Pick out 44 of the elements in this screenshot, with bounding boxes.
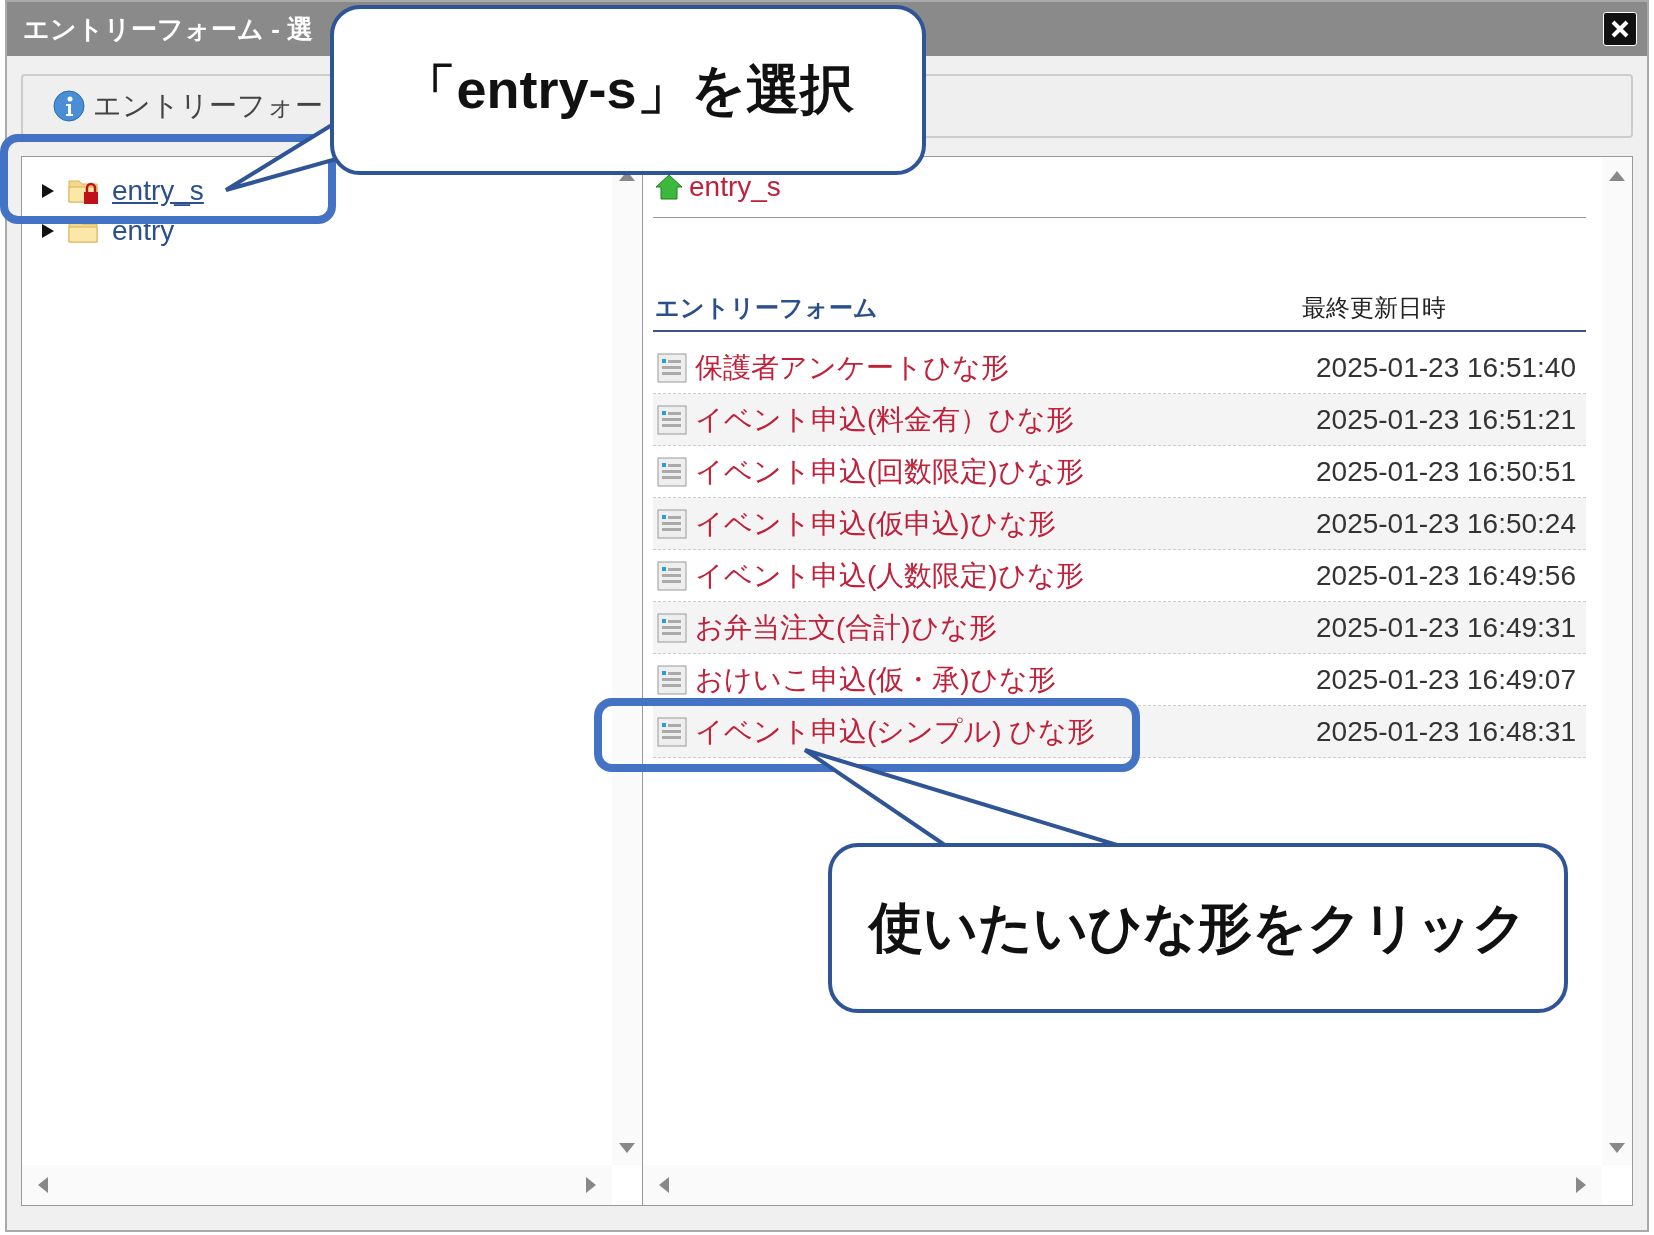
window-title: エントリーフォーム - 選 (23, 12, 314, 46)
updated-date: 2025-01-23 16:49:07 (1316, 663, 1576, 696)
scroll-up-icon[interactable] (1607, 169, 1627, 183)
callout-tooltip: 「entry-s」を選択 (330, 5, 926, 175)
updated-date: 2025-01-23 16:51:40 (1316, 351, 1576, 384)
tree-item[interactable]: entry_s (112, 175, 204, 207)
expand-arrow-icon[interactable] (40, 223, 56, 239)
tab[interactable]: エントリーフォー (47, 86, 329, 126)
form-link[interactable]: イベント申込(回数限定)ひな形 (695, 452, 1308, 491)
form-link[interactable]: 保護者アンケートひな形 (695, 348, 1308, 387)
updated-date: 2025-01-23 16:48:31 (1316, 715, 1576, 748)
form-icon (657, 456, 687, 487)
form-link[interactable]: イベント申込(料金有）ひな形 (695, 400, 1308, 439)
column-header: 最終更新日時 (1302, 293, 1446, 323)
form-link[interactable]: お弁当注文(合計)ひな形 (695, 608, 1308, 647)
close-icon (1610, 19, 1630, 39)
form-icon (657, 352, 687, 383)
expand-arrow-icon[interactable] (40, 183, 56, 199)
info-icon (53, 90, 85, 122)
form-icon (657, 560, 687, 591)
updated-date: 2025-01-23 16:51:21 (1316, 403, 1576, 436)
column-header: エントリーフォーム (655, 293, 878, 323)
scroll-right-icon[interactable] (1574, 1175, 1588, 1195)
form-link[interactable]: おけいこ申込(仮・承)ひな形 (695, 660, 1308, 699)
form-link[interactable]: イベント申込(仮申込)ひな形 (695, 504, 1308, 543)
updated-date: 2025-01-23 16:49:31 (1316, 611, 1576, 644)
form-link[interactable]: イベント申込(人数限定)ひな形 (695, 556, 1308, 595)
updated-date: 2025-01-23 16:50:24 (1316, 507, 1576, 540)
form-icon (657, 612, 687, 643)
form-icon (657, 404, 687, 435)
scroll-left-icon[interactable] (657, 1175, 671, 1195)
form-icon (657, 664, 687, 695)
form-icon (657, 716, 687, 747)
close-button[interactable] (1603, 12, 1637, 46)
tree-item[interactable]: entry (112, 215, 175, 247)
form-icon (657, 508, 687, 539)
scroll-right-icon[interactable] (584, 1175, 598, 1195)
scroll-down-icon[interactable] (617, 1141, 637, 1155)
scroll-down-icon[interactable] (1607, 1141, 1627, 1155)
form-link[interactable]: イベント申込(シンプル) ひな形 (695, 712, 1308, 751)
updated-date: 2025-01-23 16:50:51 (1316, 455, 1576, 488)
home-icon (655, 174, 683, 200)
scroll-left-icon[interactable] (36, 1175, 50, 1195)
updated-date: 2025-01-23 16:49:56 (1316, 559, 1576, 592)
